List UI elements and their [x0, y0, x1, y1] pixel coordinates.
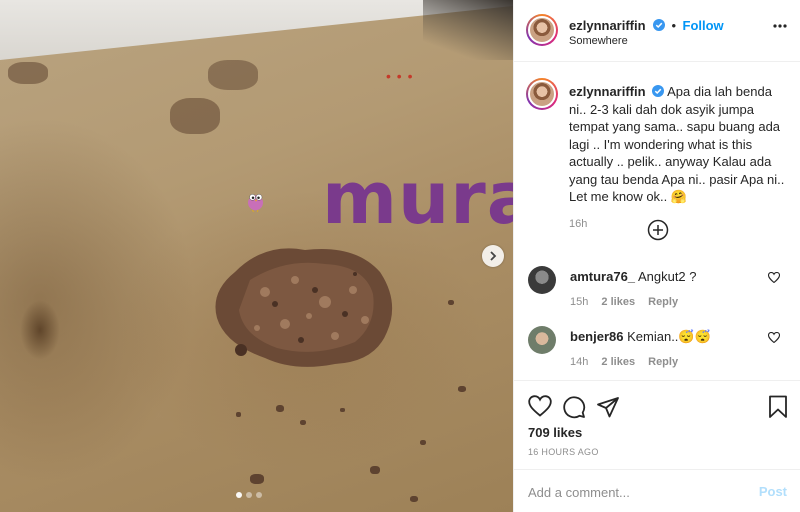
- comment-likes[interactable]: 2 likes: [601, 296, 635, 308]
- more-options-icon[interactable]: [773, 24, 787, 28]
- follow-button[interactable]: Follow: [683, 18, 724, 33]
- bookmark-icon[interactable]: [768, 395, 788, 419]
- caption-time: 16h: [569, 217, 588, 230]
- comment-input[interactable]: [528, 482, 748, 502]
- comment-username[interactable]: benjer86: [570, 329, 623, 344]
- floor-stain: [20, 300, 60, 360]
- heart-icon[interactable]: [768, 332, 780, 343]
- avatar[interactable]: [526, 14, 558, 46]
- heart-icon[interactable]: [768, 272, 780, 283]
- username[interactable]: ezlynnariffin: [569, 18, 646, 33]
- caption-text: Apa dia lah benda ni.. 2-3 kali dah dok …: [569, 84, 785, 204]
- load-more-comments-icon[interactable]: [647, 219, 669, 241]
- reply-button[interactable]: Reply: [648, 296, 678, 308]
- location[interactable]: Somewhere: [569, 35, 628, 47]
- owl-logo-icon: [248, 194, 263, 212]
- verified-badge-icon: [653, 19, 666, 31]
- comment-likes[interactable]: 2 likes: [601, 356, 635, 368]
- post-timestamp: 16 HOURS AGO: [528, 447, 599, 457]
- dark-corner: [423, 0, 513, 60]
- carousel-dot: [236, 492, 242, 498]
- commenter-avatar[interactable]: [528, 326, 556, 354]
- carousel-dot: [246, 492, 252, 498]
- commenter-avatar[interactable]: [528, 266, 556, 294]
- like-heart-icon[interactable]: [528, 395, 552, 417]
- comment-time: 14h: [570, 356, 589, 368]
- caption-avatar[interactable]: [526, 78, 558, 110]
- reply-button[interactable]: Reply: [648, 356, 678, 368]
- comment-bubble-icon[interactable]: [562, 395, 586, 419]
- comment-item: amtura76_ Angkut2 ? 15h 2 likes Reply: [528, 266, 798, 312]
- comment-composer: Post: [514, 469, 800, 512]
- like-count[interactable]: 709 likes: [528, 425, 582, 440]
- caption-username[interactable]: ezlynnariffin: [569, 84, 646, 99]
- watermark-text: murai: [322, 156, 513, 240]
- post-image[interactable]: • • • murai: [0, 0, 513, 512]
- share-icon[interactable]: [596, 395, 620, 419]
- comment-item: benjer86 Kemian..😴😴 14h 2 likes Reply: [528, 326, 798, 372]
- post-header: ezlynnariffin • Follow Somewhere: [514, 0, 800, 62]
- post-panel: ezlynnariffin • Follow Somewhere ezlynna…: [513, 0, 800, 512]
- caption: ezlynnariffin Apa dia lah benda ni.. 2-3…: [569, 83, 791, 230]
- action-bar: 709 likes 16 HOURS AGO Post: [514, 380, 800, 512]
- next-image-button[interactable]: [482, 245, 504, 267]
- post-comment-button[interactable]: Post: [759, 484, 787, 499]
- debris-pile: [215, 248, 393, 367]
- comment-time: 15h: [570, 296, 589, 308]
- red-dots: • • •: [386, 68, 414, 84]
- comment-username[interactable]: amtura76_: [570, 269, 635, 284]
- carousel-dot: [256, 492, 262, 498]
- chevron-right-icon: [490, 251, 497, 261]
- comment-text: Angkut2 ?: [637, 269, 697, 284]
- carousel-indicator: [236, 492, 262, 498]
- verified-badge-icon: [652, 85, 665, 97]
- comment-text: Kemian..😴😴: [627, 329, 711, 344]
